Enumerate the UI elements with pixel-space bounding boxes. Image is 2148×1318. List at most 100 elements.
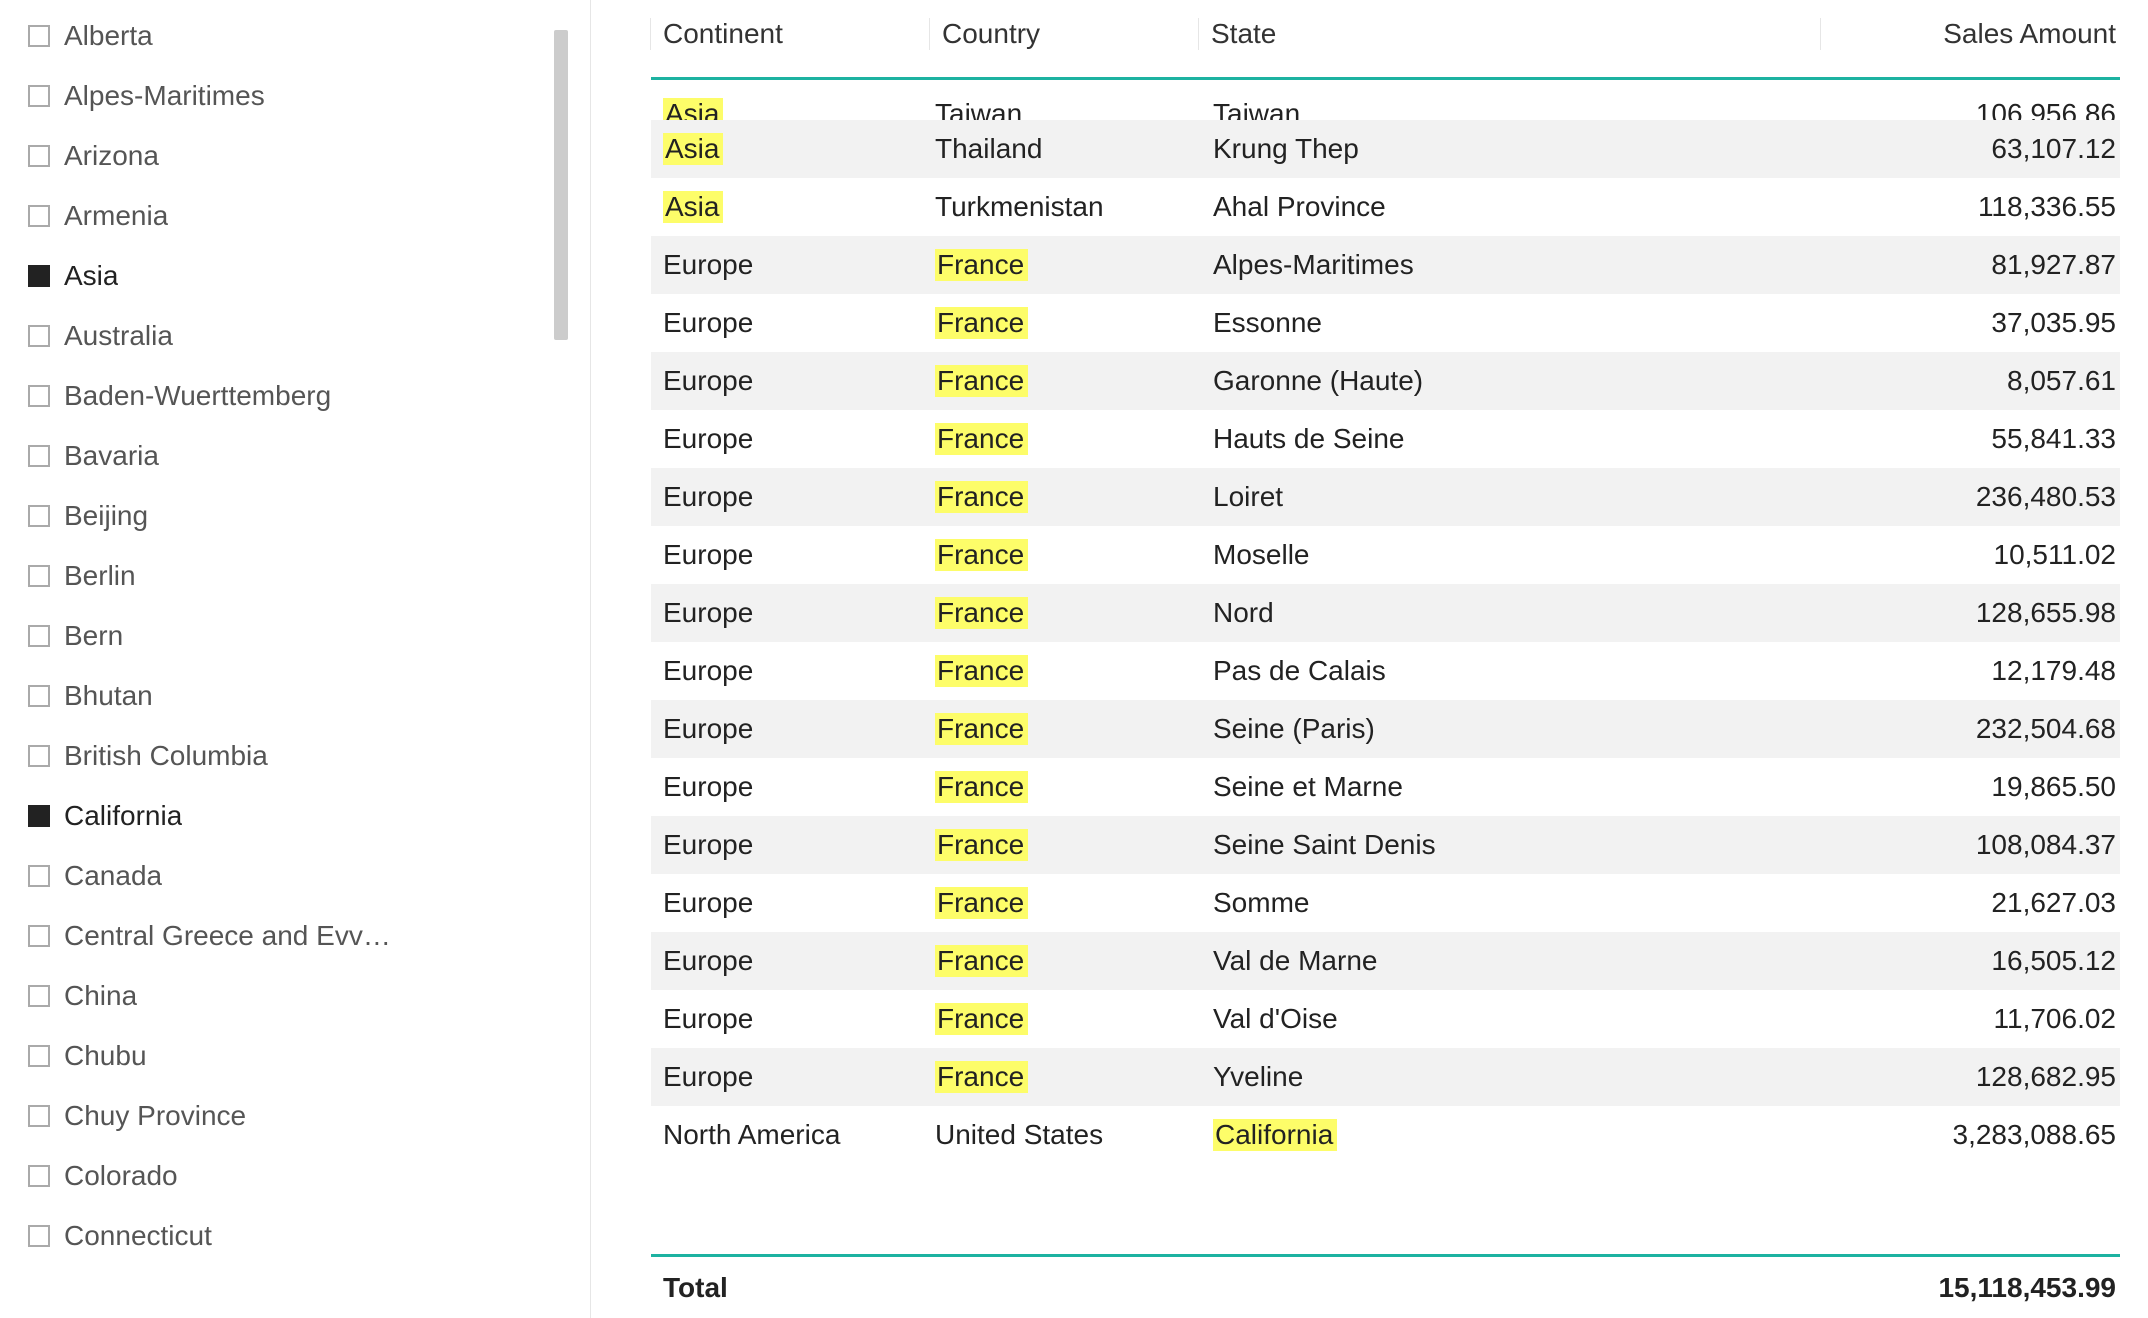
checkbox-checked-icon[interactable]	[28, 265, 50, 287]
slicer-item[interactable]: Baden-Wuerttemberg	[28, 366, 566, 426]
slicer-item[interactable]: Alberta	[28, 6, 566, 66]
checkbox-empty-icon[interactable]	[28, 685, 50, 707]
checkbox-empty-icon[interactable]	[28, 985, 50, 1007]
column-header-country[interactable]: Country	[929, 18, 1199, 50]
highlight: California	[1213, 1119, 1337, 1151]
checkbox-empty-icon[interactable]	[28, 565, 50, 587]
slicer-item[interactable]: Berlin	[28, 546, 566, 606]
cell-state: Moselle	[1201, 539, 1820, 571]
slicer-list[interactable]: AlbertaAlpes-MaritimesArizonaArmeniaAsia…	[28, 6, 566, 1318]
cell-state: Ahal Province	[1201, 191, 1820, 223]
slicer-item[interactable]: British Columbia	[28, 726, 566, 786]
slicer-item[interactable]: Canada	[28, 846, 566, 906]
cell-continent: Europe	[651, 249, 931, 281]
highlight: France	[935, 655, 1028, 687]
slicer-item[interactable]: Connecticut	[28, 1206, 566, 1266]
cell-sales: 118,336.55	[1820, 191, 2120, 223]
checkbox-empty-icon[interactable]	[28, 1225, 50, 1247]
slicer-item[interactable]: Central Greece and Evv…	[28, 906, 566, 966]
table-row[interactable]: EuropeFranceSeine et Marne19,865.50	[651, 758, 2120, 816]
checkbox-empty-icon[interactable]	[28, 85, 50, 107]
table-row[interactable]: EuropeFranceSeine Saint Denis108,084.37	[651, 816, 2120, 874]
cell-state: Val de Marne	[1201, 945, 1820, 977]
slicer-item[interactable]: Bavaria	[28, 426, 566, 486]
checkbox-empty-icon[interactable]	[28, 1165, 50, 1187]
cell-continent: Europe	[651, 423, 931, 455]
checkbox-empty-icon[interactable]	[28, 865, 50, 887]
checkbox-empty-icon[interactable]	[28, 1045, 50, 1067]
table-row[interactable]: EuropeFranceEssonne37,035.95	[651, 294, 2120, 352]
slicer-item[interactable]: Bhutan	[28, 666, 566, 726]
slicer-item[interactable]: Beijing	[28, 486, 566, 546]
table-row[interactable]: EuropeFranceSeine (Paris)232,504.68	[651, 700, 2120, 758]
cell-country: United States	[931, 1119, 1201, 1151]
slicer-item[interactable]: China	[28, 966, 566, 1026]
cell-sales: 21,627.03	[1820, 887, 2120, 919]
checkbox-checked-icon[interactable]	[28, 805, 50, 827]
table-row[interactable]: EuropeFranceHauts de Seine55,841.33	[651, 410, 2120, 468]
total-label: Total	[651, 1272, 931, 1304]
slicer-item[interactable]: Asia	[28, 246, 566, 306]
checkbox-empty-icon[interactable]	[28, 205, 50, 227]
cell-sales: 55,841.33	[1820, 423, 2120, 455]
checkbox-empty-icon[interactable]	[28, 505, 50, 527]
checkbox-empty-icon[interactable]	[28, 145, 50, 167]
table-row[interactable]: EuropeFranceGaronne (Haute)8,057.61	[651, 352, 2120, 410]
slicer-item[interactable]: Arizona	[28, 126, 566, 186]
table-body[interactable]: AsiaTaiwanTaiwan106,956.86AsiaThailandKr…	[651, 80, 2120, 1254]
table-row[interactable]: EuropeFrancePas de Calais12,179.48	[651, 642, 2120, 700]
cell-continent: Europe	[651, 945, 931, 977]
cell-sales: 11,706.02	[1820, 1003, 2120, 1035]
table-row[interactable]: AsiaTurkmenistanAhal Province118,336.55	[651, 178, 2120, 236]
slicer-item[interactable]: Alpes-Maritimes	[28, 66, 566, 126]
slicer-item-label: Central Greece and Evv…	[64, 920, 391, 952]
checkbox-empty-icon[interactable]	[28, 385, 50, 407]
table-row[interactable]: EuropeFranceMoselle10,511.02	[651, 526, 2120, 584]
cell-state: Val d'Oise	[1201, 1003, 1820, 1035]
table-row[interactable]: AsiaThailandKrung Thep63,107.12	[651, 120, 2120, 178]
table-row[interactable]: North AmericaUnited StatesCalifornia3,28…	[651, 1106, 2120, 1164]
cell-continent: Europe	[651, 539, 931, 571]
cell-continent: Europe	[651, 365, 931, 397]
table-row[interactable]: EuropeFranceVal d'Oise11,706.02	[651, 990, 2120, 1048]
checkbox-empty-icon[interactable]	[28, 25, 50, 47]
slicer-item-label: Canada	[64, 860, 162, 892]
checkbox-empty-icon[interactable]	[28, 325, 50, 347]
table-header-row: Continent Country State Sales Amount	[651, 0, 2120, 80]
cell-state: Taiwan	[1201, 98, 1820, 120]
slicer-item[interactable]: Chubu	[28, 1026, 566, 1086]
cell-sales: 19,865.50	[1820, 771, 2120, 803]
table-row[interactable]: EuropeFranceYveline128,682.95	[651, 1048, 2120, 1106]
table-row[interactable]: EuropeFranceLoiret236,480.53	[651, 468, 2120, 526]
slicer-item[interactable]: Bern	[28, 606, 566, 666]
slicer-item[interactable]: Colorado	[28, 1146, 566, 1206]
cell-state: Loiret	[1201, 481, 1820, 513]
checkbox-empty-icon[interactable]	[28, 445, 50, 467]
cell-country: France	[931, 771, 1201, 803]
column-header-sales[interactable]: Sales Amount	[1820, 18, 2120, 50]
slicer-item[interactable]: California	[28, 786, 566, 846]
table-row[interactable]: EuropeFranceVal de Marne16,505.12	[651, 932, 2120, 990]
table-row[interactable]: EuropeFranceSomme21,627.03	[651, 874, 2120, 932]
slicer-item-label: China	[64, 980, 137, 1012]
slicer-item[interactable]: Chuy Province	[28, 1086, 566, 1146]
column-header-state[interactable]: State	[1198, 18, 1821, 50]
table-row[interactable]: AsiaTaiwanTaiwan106,956.86	[651, 80, 2120, 120]
table-row[interactable]: EuropeFranceNord128,655.98	[651, 584, 2120, 642]
column-header-continent[interactable]: Continent	[650, 18, 930, 50]
slicer-item-label: Bavaria	[64, 440, 159, 472]
table-row[interactable]: EuropeFranceAlpes-Maritimes81,927.87	[651, 236, 2120, 294]
highlight: Asia	[663, 98, 723, 120]
checkbox-empty-icon[interactable]	[28, 925, 50, 947]
slicer-item[interactable]: Armenia	[28, 186, 566, 246]
checkbox-empty-icon[interactable]	[28, 745, 50, 767]
cell-sales: 37,035.95	[1820, 307, 2120, 339]
slicer-item[interactable]: Australia	[28, 306, 566, 366]
slicer-scrollbar[interactable]	[554, 30, 568, 340]
checkbox-empty-icon[interactable]	[28, 625, 50, 647]
cell-continent: Europe	[651, 1061, 931, 1093]
cell-country: Turkmenistan	[931, 191, 1201, 223]
checkbox-empty-icon[interactable]	[28, 1105, 50, 1127]
cell-country: France	[931, 829, 1201, 861]
highlight: France	[935, 771, 1028, 803]
